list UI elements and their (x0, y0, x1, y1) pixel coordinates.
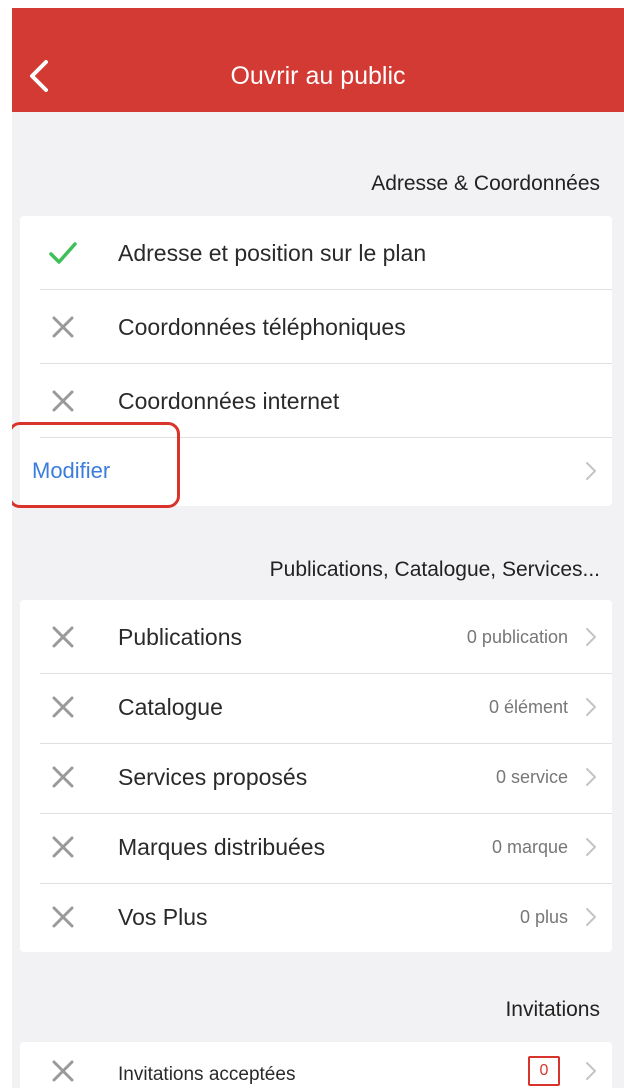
section-header-content: Publications, Catalogue, Services... (269, 558, 600, 581)
list-item-count: 0 service (495, 767, 568, 787)
section-header-invitations: Invitations (505, 998, 600, 1021)
checkmark-icon (49, 242, 77, 264)
list-item-label: Vos Plus (118, 904, 208, 930)
chevron-right-icon (586, 838, 596, 856)
chevron-right-icon (586, 462, 596, 480)
list-item-services[interactable]: Services proposés 0 service (20, 740, 612, 814)
modifier-row[interactable]: Modifier (20, 434, 612, 508)
list-item-label: Marques distribuées (118, 834, 326, 860)
cross-icon (52, 316, 74, 338)
modifier-link[interactable]: Modifier (32, 456, 110, 486)
cross-icon (52, 626, 74, 648)
cross-icon (52, 836, 74, 858)
list-item-publications[interactable]: Publications 0 publication (20, 600, 612, 674)
list-item-catalogue[interactable]: Catalogue 0 élément (20, 670, 612, 744)
list-item-label: Adresse et position sur le plan (118, 240, 427, 266)
content-group: Publications 0 publication Catalogue 0 é… (20, 600, 612, 952)
cross-icon (52, 906, 74, 928)
chevron-right-icon (586, 1062, 596, 1080)
chevron-right-icon (586, 768, 596, 786)
app-screen: Ouvrir au public Adresse & Coordonnées A… (12, 8, 624, 1088)
list-item-label: Catalogue (118, 694, 223, 720)
list-item-count: 0 plus (519, 907, 568, 927)
contact-group: Adresse et position sur le plan Coordonn… (20, 216, 612, 506)
list-item-internet[interactable]: Coordonnées internet (20, 364, 612, 438)
list-item-count: 0 publication (466, 627, 568, 647)
chevron-right-icon (586, 628, 596, 646)
list-item-label: Invitations acceptées (118, 1064, 296, 1085)
section-header-contact: Adresse & Coordonnées (371, 172, 600, 195)
list-item-label: Services proposés (118, 764, 308, 790)
list-item-phone[interactable]: Coordonnées téléphoniques (20, 290, 612, 364)
chevron-right-icon (586, 698, 596, 716)
cross-icon (52, 696, 74, 718)
cross-icon (52, 766, 74, 788)
list-item-extras[interactable]: Vos Plus 0 plus (20, 880, 612, 954)
list-item-label: Publications (118, 624, 243, 650)
invitations-group: Invitations acceptées 0 (20, 1042, 612, 1088)
chevron-right-icon (586, 908, 596, 926)
navigation-bar: Ouvrir au public (12, 8, 624, 112)
list-item-count: 0 élément (488, 697, 568, 717)
page-title: Ouvrir au public (230, 62, 406, 90)
list-item-count: 0 marque (491, 837, 568, 857)
list-item-brands[interactable]: Marques distribuées 0 marque (20, 810, 612, 884)
list-item-address[interactable]: Adresse et position sur le plan (20, 216, 612, 290)
list-item-label: Coordonnées internet (118, 388, 340, 414)
list-item-label: Coordonnées téléphoniques (118, 314, 406, 340)
cross-icon (52, 390, 74, 412)
count-badge: 0 (528, 1056, 560, 1086)
cross-icon (52, 1060, 74, 1082)
list-item-invitations[interactable]: Invitations acceptées 0 (20, 1042, 612, 1088)
